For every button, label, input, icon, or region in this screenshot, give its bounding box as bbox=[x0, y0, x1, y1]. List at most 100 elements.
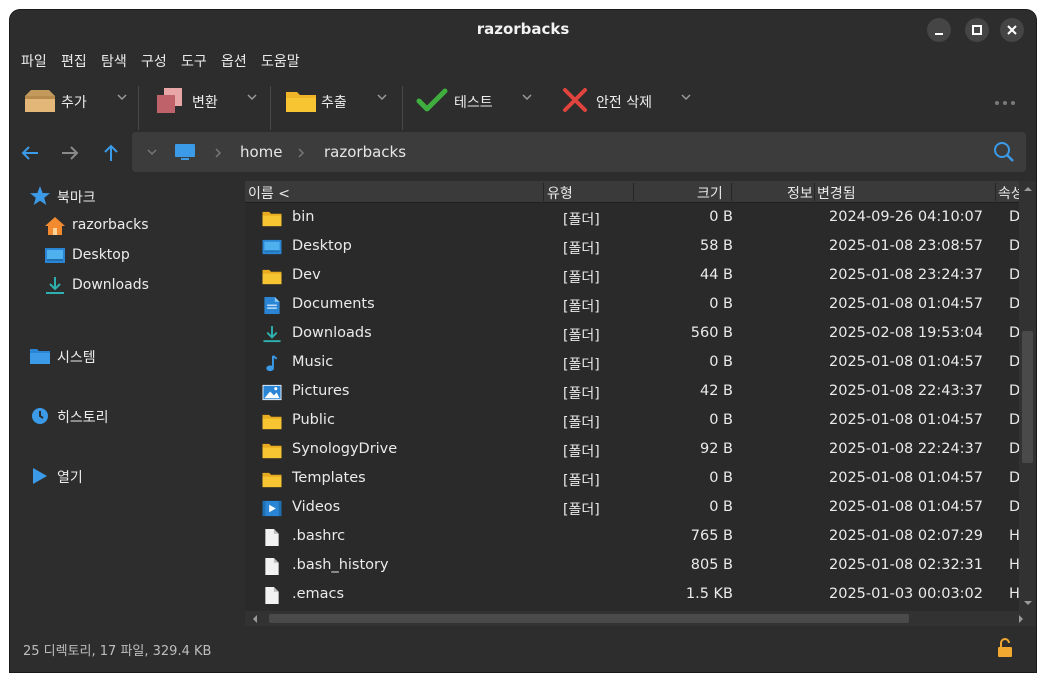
location-bar[interactable]: home razorbacks bbox=[132, 132, 1026, 172]
column-name[interactable]: 이름 < bbox=[248, 183, 290, 203]
file-type: [폴더] bbox=[563, 415, 600, 431]
breadcrumb-separator-icon bbox=[298, 148, 305, 158]
file-size: 42 B bbox=[699, 383, 733, 399]
horizontal-scroll-thumb[interactable] bbox=[269, 614, 909, 623]
menu-edit[interactable]: 편집 bbox=[61, 51, 87, 71]
chevron-down-icon[interactable] bbox=[680, 91, 692, 103]
computer-icon[interactable] bbox=[174, 142, 196, 162]
column-divider[interactable] bbox=[543, 183, 544, 201]
column-size[interactable]: 크기 bbox=[697, 183, 723, 203]
star-icon bbox=[30, 186, 50, 205]
table-row[interactable]: Public [폴더] 0 B 2025-01-08 01:04:57 DA bbox=[245, 406, 1019, 435]
minimize-button[interactable] bbox=[927, 18, 951, 42]
breadcrumb-home[interactable]: home bbox=[240, 143, 283, 161]
unlocked-icon[interactable] bbox=[996, 638, 1014, 658]
file-modified: 2025-01-08 01:04:57 bbox=[829, 470, 983, 486]
column-divider[interactable] bbox=[633, 183, 634, 201]
menu-tools[interactable]: 도구 bbox=[181, 51, 207, 71]
titlebar[interactable]: razorbacks bbox=[10, 10, 1036, 50]
column-modified[interactable]: 변경됨 bbox=[817, 183, 856, 203]
file-list[interactable]: 이름 < 유형 크기 정보 변경됨 속성 bin [폴더] 0 B 2024-09-2… bbox=[245, 181, 1036, 626]
chevron-down-icon[interactable] bbox=[116, 91, 128, 103]
file-modified: 2025-01-08 02:07:29 bbox=[829, 528, 983, 544]
chevron-down-icon[interactable] bbox=[376, 91, 388, 103]
table-row[interactable]: .bash_history 805 B 2025-01-08 02:32:31 HA bbox=[245, 551, 1019, 580]
table-row[interactable]: .bashrc 765 B 2025-01-08 02:07:29 HA bbox=[245, 522, 1019, 551]
table-row[interactable]: bin [폴더] 0 B 2024-09-26 04:10:07 DA bbox=[245, 203, 1019, 232]
sidebar-item-razorbacks[interactable]: razorbacks bbox=[44, 214, 194, 238]
table-row[interactable]: Music [폴더] 0 B 2025-01-08 01:04:57 DA bbox=[245, 348, 1019, 377]
file-rows: bin [폴더] 0 B 2024-09-26 04:10:07 DA Desktop [폴… bbox=[245, 203, 1019, 611]
column-type[interactable]: 유형 bbox=[547, 183, 573, 203]
menu-navigate[interactable]: 탐색 bbox=[101, 51, 127, 71]
play-arrow-icon bbox=[33, 468, 47, 484]
file-attributes: DA bbox=[1009, 441, 1019, 457]
file-name: Pictures bbox=[292, 383, 350, 399]
downloads-icon bbox=[263, 325, 281, 343]
horizontal-scrollbar[interactable] bbox=[245, 611, 1036, 626]
menu-organize[interactable]: 구성 bbox=[141, 51, 167, 71]
vertical-scroll-thumb[interactable] bbox=[1022, 331, 1033, 463]
search-icon[interactable] bbox=[992, 140, 1016, 164]
folder-icon bbox=[262, 472, 282, 488]
table-row[interactable]: Desktop [폴더] 58 B 2025-01-08 23:08:57 DA bbox=[245, 232, 1019, 261]
secure-delete-button[interactable]: 안전 삭제 bbox=[560, 86, 680, 116]
extract-button[interactable]: 추출 bbox=[285, 86, 375, 116]
table-row[interactable]: Pictures [폴더] 42 B 2025-01-08 22:43:37 DA bbox=[245, 377, 1019, 406]
file-attributes: DA bbox=[1009, 412, 1019, 428]
up-arrow-icon[interactable] bbox=[98, 140, 124, 166]
table-row[interactable]: Documents [폴더] 0 B 2025-01-08 01:04:57 DA bbox=[245, 290, 1019, 319]
sidebar-item-bookmarks[interactable]: 북마크 bbox=[29, 184, 179, 208]
more-options-icon[interactable] bbox=[994, 100, 1016, 106]
table-row[interactable]: Videos [폴더] 0 B 2025-01-08 01:04:57 DA bbox=[245, 493, 1019, 522]
table-row[interactable]: Dev [폴더] 44 B 2025-01-08 23:24:37 DA bbox=[245, 261, 1019, 290]
file-modified: 2025-01-08 23:08:57 bbox=[829, 238, 983, 254]
chevron-down-icon[interactable] bbox=[246, 91, 258, 103]
sidebar-item-downloads[interactable]: Downloads bbox=[44, 274, 194, 298]
table-row[interactable]: SynologyDrive [폴더] 92 B 2025-01-08 22:24:37… bbox=[245, 435, 1019, 464]
column-info[interactable]: 정보 bbox=[787, 183, 813, 203]
column-divider[interactable] bbox=[814, 183, 815, 201]
chevron-down-icon[interactable] bbox=[146, 147, 158, 157]
table-row[interactable]: Templates [폴더] 0 B 2025-01-08 01:04:57 DA bbox=[245, 464, 1019, 493]
maximize-button[interactable] bbox=[965, 18, 989, 42]
menu-file[interactable]: 파일 bbox=[21, 51, 47, 71]
menu-options[interactable]: 옵션 bbox=[221, 51, 247, 71]
sidebar-item-label: Desktop bbox=[72, 247, 130, 263]
scroll-left-icon[interactable] bbox=[249, 613, 261, 625]
sidebar-item-history[interactable]: 히스토리 bbox=[29, 404, 179, 428]
file-type: [폴더] bbox=[563, 357, 600, 373]
column-divider[interactable] bbox=[731, 183, 732, 201]
scroll-right-icon[interactable] bbox=[1015, 613, 1027, 625]
file-name: Dev bbox=[292, 267, 321, 283]
test-button[interactable]: 테스트 bbox=[416, 86, 516, 116]
scroll-down-icon[interactable] bbox=[1022, 597, 1034, 609]
breadcrumb-razorbacks[interactable]: razorbacks bbox=[324, 143, 406, 161]
file-modified: 2025-01-08 22:24:37 bbox=[829, 441, 983, 457]
sidebar-item-open[interactable]: 열기 bbox=[29, 464, 179, 488]
file-name: Public bbox=[292, 412, 335, 428]
table-row[interactable]: Downloads [폴더] 560 B 2025-02-08 19:53:04 DA bbox=[245, 319, 1019, 348]
toolbar-divider bbox=[138, 86, 139, 130]
sidebar-item-desktop[interactable]: Desktop bbox=[44, 244, 194, 268]
vertical-scrollbar[interactable] bbox=[1019, 181, 1036, 611]
file-size: 0 B bbox=[709, 209, 733, 225]
file-size: 58 B bbox=[699, 238, 733, 254]
add-button[interactable]: 추가 bbox=[23, 86, 113, 116]
sidebar-item-system[interactable]: 시스템 bbox=[29, 344, 179, 368]
back-arrow-icon[interactable] bbox=[18, 140, 44, 166]
column-divider[interactable] bbox=[995, 183, 996, 201]
menu-help[interactable]: 도움말 bbox=[261, 51, 300, 71]
folder-icon bbox=[262, 269, 282, 285]
table-row[interactable]: .emacs 1.5 KB 2025-01-03 00:03:02 HA bbox=[245, 580, 1019, 609]
sidebar-item-label: 북마크 bbox=[57, 190, 96, 206]
chevron-down-icon[interactable] bbox=[521, 91, 533, 103]
folder-icon bbox=[262, 211, 282, 227]
scroll-up-icon[interactable] bbox=[1022, 183, 1034, 195]
close-button[interactable] bbox=[1000, 18, 1024, 42]
forward-arrow-icon[interactable] bbox=[57, 140, 83, 166]
file-name: .bash_history bbox=[292, 557, 389, 573]
convert-button[interactable]: 변환 bbox=[154, 86, 244, 116]
file-name: .bashrc bbox=[292, 528, 346, 544]
file-modified: 2025-01-08 01:04:57 bbox=[829, 499, 983, 515]
